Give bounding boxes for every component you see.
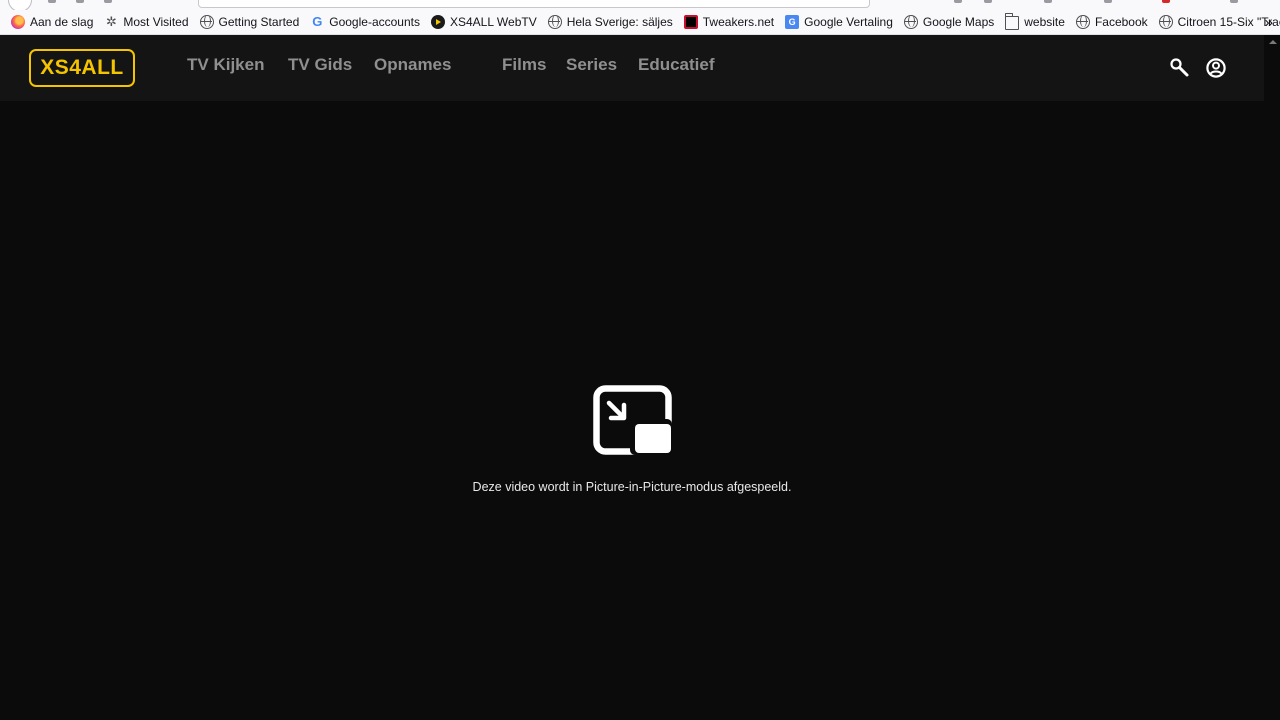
bookmark-label: Getting Started	[218, 15, 300, 29]
reload-icon[interactable]	[76, 0, 84, 3]
bookmark-label: website	[1024, 15, 1065, 29]
account-icon[interactable]	[1205, 57, 1227, 79]
back-button[interactable]	[8, 0, 32, 10]
bookmark-tweakers[interactable]: Tweakers.net	[683, 10, 775, 34]
globe-icon	[1075, 15, 1090, 29]
xs4all-logo[interactable]: XS4ALL	[29, 49, 135, 87]
browser-toolbar	[0, 0, 1280, 10]
bookmark-most-visited[interactable]: ✲ Most Visited	[104, 10, 189, 34]
search-icon[interactable]	[1169, 57, 1191, 79]
nav-opnames[interactable]: Opnames	[374, 55, 451, 75]
nav-tv-gids[interactable]: TV Gids	[288, 55, 352, 75]
nav-tv-kijken[interactable]: TV Kijken	[187, 55, 264, 75]
bookmark-aan-de-slag[interactable]: Aan de slag	[11, 10, 93, 34]
folder-icon	[1004, 13, 1020, 30]
globe-icon	[1158, 15, 1173, 29]
bookmarks-toolbar: Aan de slag ✲ Most Visited Getting Start…	[0, 10, 1280, 35]
bookmark-label: Aan de slag	[30, 15, 94, 29]
bookmark-google-accounts[interactable]: G Google-accounts	[310, 10, 420, 34]
bookmark-getting-started[interactable]: Getting Started	[199, 10, 300, 34]
gear-icon: ✲	[105, 14, 117, 29]
home-icon[interactable]	[104, 0, 112, 3]
google-icon: G	[312, 14, 323, 29]
bookmark-label: XS4ALL WebTV	[449, 15, 537, 29]
bookmark-label: Tweakers.net	[702, 15, 775, 29]
forward-icon[interactable]	[48, 0, 56, 3]
scroll-up-icon[interactable]	[1269, 40, 1277, 44]
pip-status-message: Deze video wordt in Picture-in-Picture-m…	[472, 480, 792, 494]
menu-icon[interactable]	[1230, 0, 1238, 3]
bookmark-label: Facebook	[1094, 15, 1148, 29]
xs4all-icon	[430, 15, 445, 29]
more-bookmarks-chevron-icon[interactable]: »	[1265, 14, 1274, 31]
bookmark-google-maps[interactable]: Google Maps	[903, 10, 995, 34]
tweakers-icon	[683, 15, 698, 29]
globe-icon	[547, 15, 562, 29]
toolbar-icon[interactable]	[954, 0, 962, 3]
page-scrollbar[interactable]	[1264, 35, 1280, 720]
addon-icon[interactable]	[1162, 0, 1170, 3]
bookmark-label: Most Visited	[123, 15, 189, 29]
bookmark-label: Google Maps	[922, 15, 995, 29]
toolbar-icon[interactable]	[984, 0, 992, 3]
bookmark-facebook[interactable]: Facebook	[1075, 10, 1148, 34]
toolbar-icon[interactable]	[1044, 0, 1052, 3]
toolbar-icon[interactable]	[1104, 0, 1112, 3]
bookmark-label: Hela Sverige: säljes	[566, 15, 673, 29]
webtv-page: XS4ALL TV Kijken TV Gids Opnames Films S…	[0, 35, 1264, 720]
globe-icon	[199, 15, 214, 29]
bookmark-label: Google-accounts	[329, 15, 420, 29]
nav-series[interactable]: Series	[566, 55, 617, 75]
globe-icon	[903, 15, 918, 29]
translate-icon: G	[785, 15, 800, 29]
nav-educatief[interactable]: Educatief	[638, 55, 715, 75]
bookmark-hela-sverige[interactable]: Hela Sverige: säljes	[547, 10, 673, 34]
url-bar[interactable]	[198, 0, 870, 8]
bookmark-google-vertaling[interactable]: G Google Vertaling	[785, 10, 893, 34]
firefox-icon	[11, 15, 25, 29]
site-header: XS4ALL TV Kijken TV Gids Opnames Films S…	[0, 35, 1264, 101]
picture-in-picture-icon	[593, 385, 672, 455]
bookmark-xs4all-webtv[interactable]: XS4ALL WebTV	[430, 10, 537, 34]
nav-films[interactable]: Films	[502, 55, 546, 75]
bookmark-website-folder[interactable]: website	[1004, 10, 1065, 34]
bookmark-citroen[interactable]: Citroen 15-Six "Tractio...	[1158, 10, 1280, 34]
bookmark-label: Google Vertaling	[804, 15, 893, 29]
